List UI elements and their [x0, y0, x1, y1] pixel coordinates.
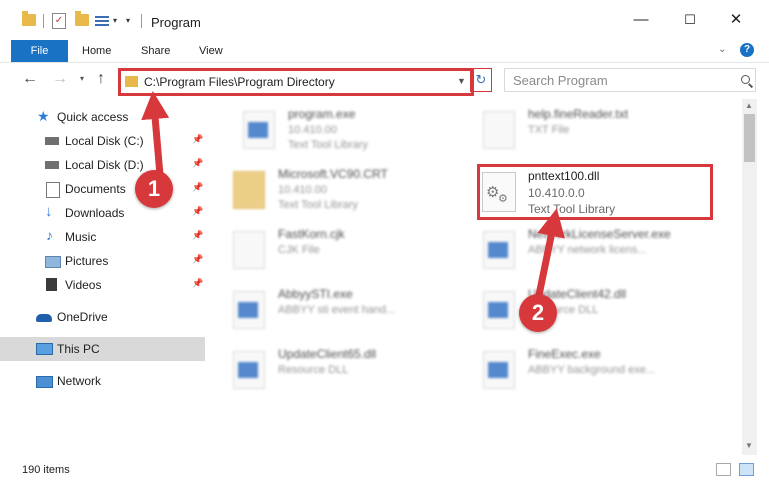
- callout-2: 2: [519, 294, 557, 332]
- arrow-to-dll-file: [534, 208, 565, 301]
- callout-1: 1: [135, 170, 173, 208]
- annotation-arrows: [141, 91, 565, 301]
- arrow-to-address-bar: [141, 91, 170, 176]
